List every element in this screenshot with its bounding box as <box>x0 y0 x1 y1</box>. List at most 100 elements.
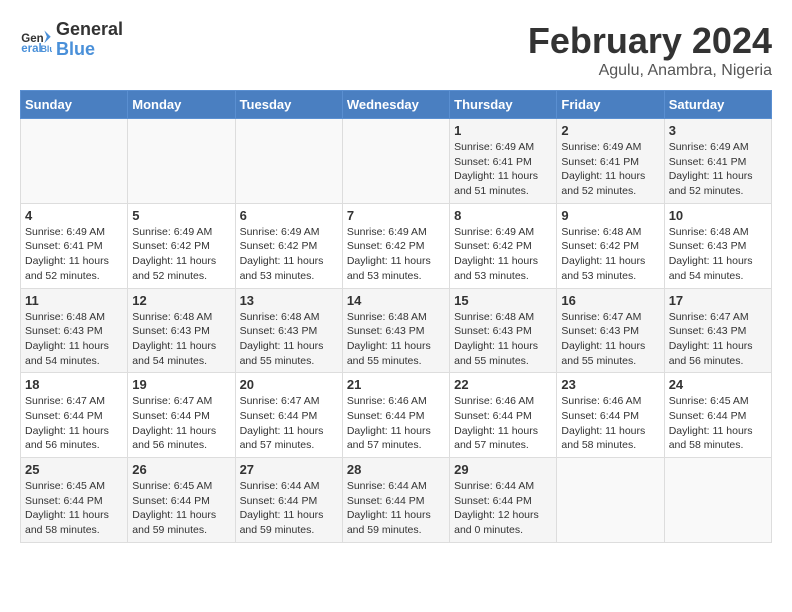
day-number: 24 <box>669 377 767 392</box>
calendar-cell: 9 Sunrise: 6:48 AMSunset: 6:42 PMDaylight… <box>557 203 664 288</box>
day-info: Sunrise: 6:49 AMSunset: 6:42 PMDaylight:… <box>347 225 445 284</box>
day-info: Sunrise: 6:45 AMSunset: 6:44 PMDaylight:… <box>669 394 767 453</box>
day-info: Sunrise: 6:47 AMSunset: 6:43 PMDaylight:… <box>561 310 659 369</box>
calendar-week-4: 18Sunrise: 6:47 AMSunset: 6:44 PMDayligh… <box>21 373 772 458</box>
day-number: 26 <box>132 462 230 477</box>
day-info: Sunrise: 6:49 AMSunset: 6:41 PMDaylight:… <box>25 225 123 284</box>
calendar-cell: 5 Sunrise: 6:49 AMSunset: 6:42 PMDaylight… <box>128 203 235 288</box>
header-monday: Monday <box>128 91 235 119</box>
calendar-cell: 25 Sunrise: 6:45 AMSunset: 6:44 PMDayligh… <box>21 458 128 543</box>
calendar-cell: 17 Sunrise: 6:47 AMSunset: 6:43 PMDayligh… <box>664 288 771 373</box>
calendar-cell: 1 Sunrise: 6:49 AMSunset: 6:41 PMDaylight… <box>450 119 557 204</box>
day-number: 7 <box>347 208 445 223</box>
page-header: Gen eral Blue General Blue February 2024… <box>20 20 772 80</box>
calendar-cell: 21 Sunrise: 6:46 AMSunset: 6:44 PMDayligh… <box>342 373 449 458</box>
day-number: 9 <box>561 208 659 223</box>
day-info: Sunrise: 6:49 AMSunset: 6:41 PMDaylight:… <box>454 140 552 199</box>
header-wednesday: Wednesday <box>342 91 449 119</box>
day-number: 28 <box>347 462 445 477</box>
day-info: Sunrise: 6:46 AMSunset: 6:44 PMDaylight:… <box>347 394 445 453</box>
calendar-cell: 26 Sunrise: 6:45 AMSunset: 6:44 PMDayligh… <box>128 458 235 543</box>
day-number: 20 <box>240 377 338 392</box>
day-info: Sunrise: 6:48 AMSunset: 6:43 PMDaylight:… <box>347 310 445 369</box>
calendar-header: Sunday Monday Tuesday Wednesday Thursday… <box>21 91 772 119</box>
day-number: 17 <box>669 293 767 308</box>
calendar-cell <box>21 119 128 204</box>
header-thursday: Thursday <box>450 91 557 119</box>
day-info: Sunrise: 6:47 AMSunset: 6:44 PMDaylight:… <box>132 394 230 453</box>
calendar-week-5: 25 Sunrise: 6:45 AMSunset: 6:44 PMDayligh… <box>21 458 772 543</box>
calendar-table: Sunday Monday Tuesday Wednesday Thursday… <box>20 90 772 543</box>
calendar-cell: 11 Sunrise: 6:48 AMSunset: 6:43 PMDayligh… <box>21 288 128 373</box>
day-info: Sunrise: 6:47 AMSunset: 6:43 PMDaylight:… <box>669 310 767 369</box>
calendar-cell: 3 Sunrise: 6:49 AMSunset: 6:41 PMDaylight… <box>664 119 771 204</box>
day-number: 19 <box>132 377 230 392</box>
calendar-cell: 16Sunrise: 6:47 AMSunset: 6:43 PMDayligh… <box>557 288 664 373</box>
day-number: 25 <box>25 462 123 477</box>
day-info: Sunrise: 6:48 AMSunset: 6:43 PMDaylight:… <box>132 310 230 369</box>
day-info: Sunrise: 6:48 AMSunset: 6:43 PMDaylight:… <box>240 310 338 369</box>
day-info: Sunrise: 6:48 AMSunset: 6:43 PMDaylight:… <box>454 310 552 369</box>
day-number: 21 <box>347 377 445 392</box>
header-sunday: Sunday <box>21 91 128 119</box>
day-info: Sunrise: 6:44 AMSunset: 6:44 PMDaylight:… <box>240 479 338 538</box>
day-info: Sunrise: 6:47 AMSunset: 6:44 PMDaylight:… <box>25 394 123 453</box>
calendar-body: 1 Sunrise: 6:49 AMSunset: 6:41 PMDaylight… <box>21 119 772 543</box>
calendar-cell: 10Sunrise: 6:48 AMSunset: 6:43 PMDayligh… <box>664 203 771 288</box>
day-info: Sunrise: 6:49 AMSunset: 6:42 PMDaylight:… <box>240 225 338 284</box>
day-number: 22 <box>454 377 552 392</box>
calendar-cell: 6 Sunrise: 6:49 AMSunset: 6:42 PMDaylight… <box>235 203 342 288</box>
logo-blue: Blue <box>56 40 123 60</box>
day-info: Sunrise: 6:49 AMSunset: 6:41 PMDaylight:… <box>669 140 767 199</box>
header-saturday: Saturday <box>664 91 771 119</box>
day-info: Sunrise: 6:45 AMSunset: 6:44 PMDaylight:… <box>132 479 230 538</box>
day-info: Sunrise: 6:44 AMSunset: 6:44 PMDaylight:… <box>347 479 445 538</box>
calendar-cell: 8Sunrise: 6:49 AMSunset: 6:42 PMDaylight… <box>450 203 557 288</box>
calendar-cell: 14Sunrise: 6:48 AMSunset: 6:43 PMDayligh… <box>342 288 449 373</box>
day-number: 5 <box>132 208 230 223</box>
calendar-cell: 7 Sunrise: 6:49 AMSunset: 6:42 PMDaylight… <box>342 203 449 288</box>
calendar-cell: 20 Sunrise: 6:47 AMSunset: 6:44 PMDayligh… <box>235 373 342 458</box>
logo: Gen eral Blue General Blue <box>20 20 123 60</box>
day-info: Sunrise: 6:48 AMSunset: 6:42 PMDaylight:… <box>561 225 659 284</box>
calendar-cell <box>128 119 235 204</box>
day-number: 6 <box>240 208 338 223</box>
logo-icon: Gen eral Blue <box>20 24 52 56</box>
calendar-cell: 24 Sunrise: 6:45 AMSunset: 6:44 PMDayligh… <box>664 373 771 458</box>
day-info: Sunrise: 6:48 AMSunset: 6:43 PMDaylight:… <box>25 310 123 369</box>
day-number: 27 <box>240 462 338 477</box>
logo-general: General <box>56 20 123 40</box>
calendar-cell: 12Sunrise: 6:48 AMSunset: 6:43 PMDayligh… <box>128 288 235 373</box>
header-tuesday: Tuesday <box>235 91 342 119</box>
day-number: 1 <box>454 123 552 138</box>
calendar-cell: 29Sunrise: 6:44 AMSunset: 6:44 PMDayligh… <box>450 458 557 543</box>
day-number: 15 <box>454 293 552 308</box>
day-info: Sunrise: 6:44 AMSunset: 6:44 PMDaylight:… <box>454 479 552 538</box>
day-number: 23 <box>561 377 659 392</box>
day-info: Sunrise: 6:48 AMSunset: 6:43 PMDaylight:… <box>669 225 767 284</box>
day-number: 13 <box>240 293 338 308</box>
calendar-cell <box>342 119 449 204</box>
day-number: 11 <box>25 293 123 308</box>
title-block: February 2024 Agulu, Anambra, Nigeria <box>528 20 772 80</box>
page-subtitle: Agulu, Anambra, Nigeria <box>528 62 772 80</box>
day-number: 3 <box>669 123 767 138</box>
day-info: Sunrise: 6:45 AMSunset: 6:44 PMDaylight:… <box>25 479 123 538</box>
day-info: Sunrise: 6:49 AMSunset: 6:42 PMDaylight:… <box>132 225 230 284</box>
page-title: February 2024 <box>528 20 772 62</box>
calendar-cell: 28 Sunrise: 6:44 AMSunset: 6:44 PMDayligh… <box>342 458 449 543</box>
day-info: Sunrise: 6:46 AMSunset: 6:44 PMDaylight:… <box>454 394 552 453</box>
calendar-cell: 13 Sunrise: 6:48 AMSunset: 6:43 PMDayligh… <box>235 288 342 373</box>
calendar-cell: 27 Sunrise: 6:44 AMSunset: 6:44 PMDayligh… <box>235 458 342 543</box>
day-number: 4 <box>25 208 123 223</box>
calendar-week-2: 4 Sunrise: 6:49 AMSunset: 6:41 PMDaylight… <box>21 203 772 288</box>
calendar-cell <box>664 458 771 543</box>
day-info: Sunrise: 6:47 AMSunset: 6:44 PMDaylight:… <box>240 394 338 453</box>
calendar-cell: 15 Sunrise: 6:48 AMSunset: 6:43 PMDayligh… <box>450 288 557 373</box>
calendar-week-1: 1 Sunrise: 6:49 AMSunset: 6:41 PMDaylight… <box>21 119 772 204</box>
calendar-cell: 23Sunrise: 6:46 AMSunset: 6:44 PMDayligh… <box>557 373 664 458</box>
calendar-cell: 22 Sunrise: 6:46 AMSunset: 6:44 PMDayligh… <box>450 373 557 458</box>
svg-text:eral: eral <box>21 43 41 55</box>
calendar-cell <box>235 119 342 204</box>
day-number: 2 <box>561 123 659 138</box>
